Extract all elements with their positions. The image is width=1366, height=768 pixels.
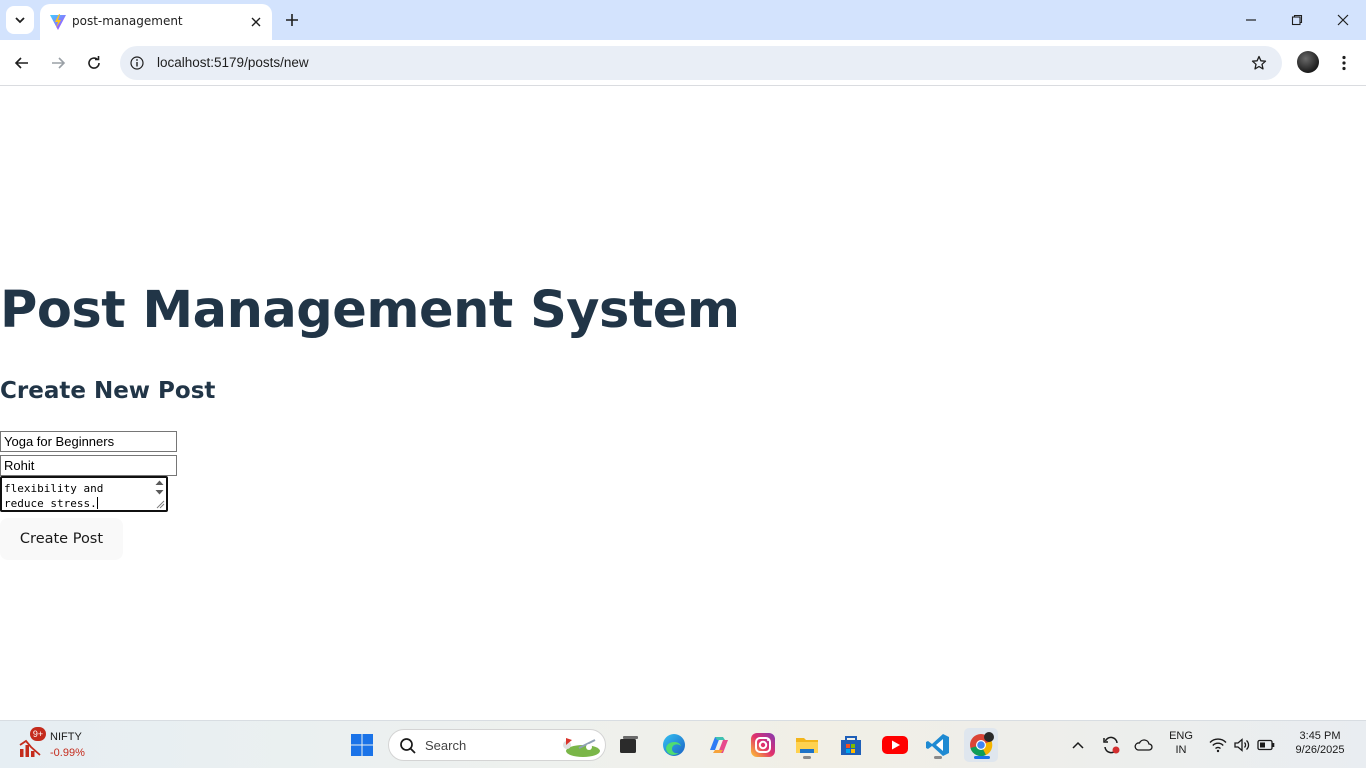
search-placeholder: Search	[425, 738, 467, 753]
browser-toolbar: localhost:5179/posts/new	[0, 40, 1366, 86]
profile-avatar[interactable]	[1297, 51, 1319, 73]
language-indicator[interactable]: ENG IN	[1164, 730, 1198, 756]
post-content-text: flexibility and reduce stress.	[4, 481, 103, 511]
show-hidden-icons-button[interactable]	[1066, 728, 1090, 762]
cloud-icon	[1134, 739, 1153, 751]
taskbar: 9+ NIFTY -0.99% Search ENG IN 3:45 PM 9/…	[0, 720, 1366, 768]
onedrive-tray-button[interactable]	[1130, 728, 1156, 762]
stock-name: NIFTY	[50, 731, 82, 743]
search-highlight-icon	[563, 738, 600, 757]
volume-icon	[1234, 738, 1250, 752]
content-line: reduce stress.	[4, 497, 97, 510]
browser-menu-button[interactable]	[1330, 49, 1358, 77]
copilot-icon	[710, 737, 728, 753]
youtube-app[interactable]	[878, 728, 912, 762]
post-author-value: Rohit	[4, 458, 35, 473]
forward-button[interactable]	[44, 49, 72, 77]
quick-settings-button[interactable]	[1206, 728, 1278, 762]
more-vertical-icon	[1342, 55, 1346, 71]
textarea-scrollbar[interactable]	[154, 479, 165, 509]
file-explorer-app[interactable]	[790, 728, 824, 762]
task-view-icon	[620, 736, 638, 753]
close-window-button[interactable]	[1328, 6, 1358, 34]
page-title: Post Management System	[0, 281, 740, 340]
chevron-down-icon	[15, 17, 25, 24]
minimize-button[interactable]	[1236, 6, 1266, 34]
back-button[interactable]	[8, 49, 36, 77]
chrome-app[interactable]	[964, 728, 998, 762]
edge-icon	[663, 734, 685, 756]
close-icon	[1337, 14, 1349, 26]
wifi-icon	[1209, 738, 1227, 753]
tab-strip: post-management	[0, 0, 1366, 40]
tab-search-button[interactable]	[6, 6, 34, 34]
content-line: flexibility and	[4, 482, 104, 495]
store-icon	[841, 736, 861, 755]
post-author-input[interactable]: Rohit	[0, 455, 177, 476]
arrow-left-icon	[14, 57, 28, 69]
star-icon	[1251, 55, 1267, 70]
copilot-app[interactable]	[702, 728, 736, 762]
reload-icon	[88, 56, 100, 69]
bookmark-button[interactable]	[1250, 54, 1268, 72]
windows-logo-icon	[351, 734, 373, 756]
info-icon	[130, 56, 144, 70]
youtube-icon	[882, 736, 908, 754]
instagram-app[interactable]	[746, 728, 780, 762]
taskbar-search[interactable]: Search	[388, 729, 606, 761]
sync-icon	[1103, 736, 1120, 754]
running-indicator	[934, 756, 942, 759]
vscode-app[interactable]	[921, 728, 955, 762]
task-view-button[interactable]	[612, 728, 646, 762]
browser-tab[interactable]: post-management	[40, 4, 272, 40]
battery-icon	[1257, 739, 1275, 751]
restore-icon	[1291, 14, 1303, 26]
tab-title: post-management	[72, 14, 183, 28]
folder-icon	[796, 738, 818, 753]
text-caret	[96, 497, 98, 509]
notification-badge: 9+	[30, 727, 46, 741]
clock-date: 9/26/2025	[1295, 744, 1345, 756]
close-icon	[251, 17, 261, 27]
arrow-right-icon	[52, 57, 66, 69]
url-text: localhost:5179/posts/new	[157, 55, 309, 70]
site-info-button[interactable]	[128, 54, 146, 72]
sync-tray-button[interactable]	[1098, 728, 1124, 762]
vite-logo-icon	[50, 14, 66, 30]
stock-change: -0.99%	[50, 747, 85, 759]
page-content: Post Management System Create New Post Y…	[0, 87, 1366, 720]
region-code: IN	[1175, 744, 1187, 756]
running-indicator	[803, 756, 811, 759]
instagram-icon	[751, 733, 775, 757]
tab-close-button[interactable]	[246, 12, 266, 32]
address-bar[interactable]: localhost:5179/posts/new	[120, 46, 1282, 80]
minimize-icon	[1246, 19, 1256, 21]
start-button[interactable]	[345, 728, 379, 762]
create-post-button[interactable]: Create Post	[0, 518, 123, 560]
active-indicator	[974, 756, 990, 759]
form-title: Create New Post	[0, 378, 216, 404]
microsoft-store-app[interactable]	[834, 728, 868, 762]
post-content-textarea[interactable]: flexibility and reduce stress.	[0, 476, 168, 512]
vscode-icon	[926, 734, 949, 756]
edge-app[interactable]	[657, 728, 691, 762]
post-title-input[interactable]: Yoga for Beginners	[0, 431, 177, 452]
clock-time: 3:45 PM	[1299, 730, 1341, 742]
language-code: ENG	[1169, 730, 1193, 742]
stocks-widget[interactable]: 9+ NIFTY -0.99%	[16, 727, 106, 763]
chrome-icon	[970, 732, 994, 757]
reload-button[interactable]	[80, 49, 108, 77]
restore-button[interactable]	[1282, 6, 1312, 34]
chevron-up-icon	[1072, 741, 1084, 749]
search-icon	[400, 738, 416, 754]
post-title-value: Yoga for Beginners	[4, 434, 115, 449]
plus-icon	[286, 14, 298, 26]
new-tab-button[interactable]	[280, 8, 304, 32]
clock[interactable]: 3:45 PM 9/26/2025	[1286, 730, 1354, 756]
